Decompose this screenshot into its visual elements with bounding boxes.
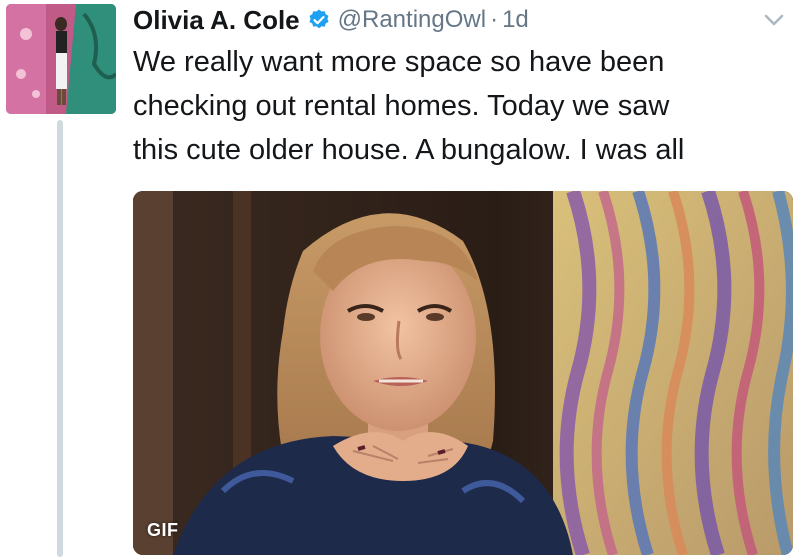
timestamp[interactable]: 1d bbox=[502, 6, 529, 34]
author-name[interactable]: Olivia A. Cole bbox=[133, 5, 300, 36]
tweet-text-line: We really want more space so have been bbox=[133, 46, 665, 78]
gif-image bbox=[133, 191, 793, 555]
tweet[interactable]: Olivia A. Cole @RantingOwl · 1d We reall… bbox=[0, 0, 800, 557]
tweet-text-line: checking out rental homes. Today we saw bbox=[133, 90, 670, 122]
tweet-header: Olivia A. Cole @RantingOwl · 1d bbox=[133, 2, 529, 38]
tweet-text-line: this cute older house. A bungalow. I was… bbox=[133, 134, 685, 166]
avatar-image bbox=[6, 4, 116, 114]
tweet-text: We really want more space so have been c… bbox=[133, 40, 783, 172]
avatar[interactable] bbox=[6, 4, 116, 114]
verified-badge-icon bbox=[309, 9, 329, 29]
separator-dot: · bbox=[490, 6, 499, 33]
chevron-down-icon[interactable] bbox=[762, 8, 786, 32]
gif-badge: GIF bbox=[147, 520, 179, 540]
thread-connector-line bbox=[57, 120, 63, 557]
author-handle[interactable]: @RantingOwl bbox=[338, 6, 486, 34]
media-gif[interactable]: GIF bbox=[133, 191, 793, 555]
